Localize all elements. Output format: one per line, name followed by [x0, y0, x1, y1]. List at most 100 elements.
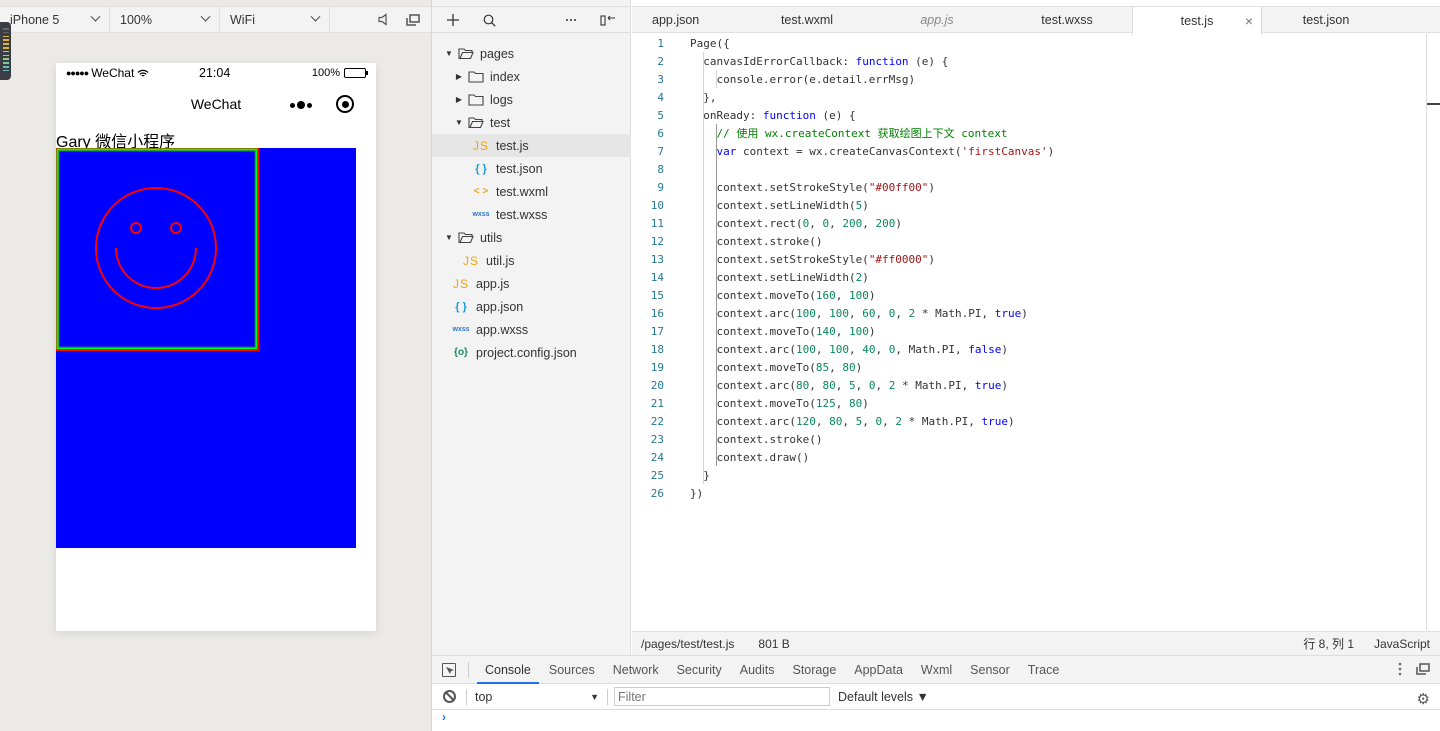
mute-icon[interactable]: [375, 12, 391, 28]
zoom-select[interactable]: 100%: [110, 7, 220, 32]
tab-app-js[interactable]: app.js: [872, 7, 1002, 32]
device-select[interactable]: iPhone 5: [0, 7, 110, 32]
caret-right-icon[interactable]: ▶: [454, 72, 464, 81]
code-line[interactable]: 23 context.stroke(): [632, 430, 1426, 448]
caret-down-icon[interactable]: ▼: [444, 233, 454, 242]
devtools-tab-wxml[interactable]: Wxml: [921, 656, 952, 684]
tree-item-label: test: [490, 115, 511, 130]
js-file-icon: JS: [472, 138, 489, 153]
code-area[interactable]: 1 Page({2 canvasIdErrorCallback: function…: [632, 34, 1426, 630]
tree-item-test-wxml[interactable]: < > test.wxml: [432, 180, 631, 203]
tree-item-index[interactable]: ▶ index: [432, 65, 631, 88]
code-line[interactable]: 2 canvasIdErrorCallback: function (e) {: [632, 52, 1426, 70]
undock-icon[interactable]: [1416, 663, 1430, 678]
clear-console-icon[interactable]: [443, 690, 456, 703]
add-icon[interactable]: [445, 12, 461, 28]
line-number: 17: [650, 324, 664, 338]
code-line[interactable]: 20 context.arc(80, 80, 5, 0, 2 * Math.PI…: [632, 376, 1426, 394]
code-line[interactable]: 4 },: [632, 88, 1426, 106]
devtools-tab-trace[interactable]: Trace: [1028, 656, 1060, 684]
code-line[interactable]: 25 }: [632, 466, 1426, 484]
code-line[interactable]: 19 context.moveTo(85, 80): [632, 358, 1426, 376]
devtools-tab-security[interactable]: Security: [677, 656, 722, 684]
search-icon[interactable]: [481, 12, 497, 28]
code-line[interactable]: 11 context.rect(0, 0, 200, 200): [632, 214, 1426, 232]
console-filter-bar: top ▼ Default levels ▼ ⚙: [432, 684, 1440, 710]
cursor-position[interactable]: 行 8, 列 1: [1303, 635, 1354, 652]
close-tab-icon[interactable]: ×: [1245, 13, 1253, 29]
devtools-more-icon[interactable]: [1398, 662, 1402, 679]
folder-icon: [468, 93, 490, 106]
tree-item-logs[interactable]: ▶ logs: [432, 88, 631, 111]
context-select[interactable]: top ▼: [467, 690, 607, 704]
code-line[interactable]: 17 context.moveTo(140, 100): [632, 322, 1426, 340]
code-line[interactable]: 10 context.setLineWidth(5): [632, 196, 1426, 214]
code-line[interactable]: 9 context.setStrokeStyle("#00ff00"): [632, 178, 1426, 196]
devtools-tab-console[interactable]: Console: [477, 656, 539, 684]
code-line[interactable]: 22 context.arc(120, 80, 5, 0, 2 * Math.P…: [632, 412, 1426, 430]
devtools-tab-network[interactable]: Network: [613, 656, 659, 684]
line-number: 1: [657, 36, 664, 50]
tree-item-test[interactable]: ▼ test: [432, 111, 631, 134]
devtools-tab-storage[interactable]: Storage: [792, 656, 836, 684]
code-line[interactable]: 13 context.setStrokeStyle("#ff0000"): [632, 250, 1426, 268]
code-line[interactable]: 14 context.setLineWidth(2): [632, 268, 1426, 286]
code-line[interactable]: 18 context.arc(100, 100, 40, 0, Math.PI,…: [632, 340, 1426, 358]
code-text: console.error(e.detail.errMsg): [690, 72, 916, 86]
tree-item-utils[interactable]: ▼ utils: [432, 226, 631, 249]
tree-item-app-json[interactable]: { } app.json: [432, 295, 631, 318]
more-menu-icon[interactable]: [288, 97, 314, 113]
network-select[interactable]: WiFi: [220, 7, 330, 32]
vertical-scrollbar[interactable]: [1426, 34, 1427, 630]
code-line[interactable]: 12 context.stroke(): [632, 232, 1426, 250]
log-levels-select[interactable]: Default levels ▼: [838, 690, 929, 704]
code-line[interactable]: 7 var context = wx.createCanvasContext('…: [632, 142, 1426, 160]
tree-item-pages[interactable]: ▼ pages: [432, 42, 631, 65]
audio-level-handle[interactable]: [0, 22, 11, 80]
tree-item-test-json[interactable]: { } test.json: [432, 157, 631, 180]
close-miniprogram-icon[interactable]: [336, 95, 354, 113]
code-line[interactable]: 21 context.moveTo(125, 80): [632, 394, 1426, 412]
caret-down-icon[interactable]: ▼: [454, 118, 464, 127]
code-line[interactable]: 5 onReady: function (e) {: [632, 106, 1426, 124]
code-line[interactable]: 1 Page({: [632, 34, 1426, 52]
tab-app-json[interactable]: app.json: [632, 7, 742, 32]
code-line[interactable]: 16 context.arc(100, 100, 60, 0, 2 * Math…: [632, 304, 1426, 322]
console-filter-input[interactable]: [614, 687, 830, 706]
devtools-tab-audits[interactable]: Audits: [740, 656, 775, 684]
tab-test-wxml[interactable]: test.wxml: [742, 7, 872, 32]
folder-open-icon: [458, 47, 480, 60]
collapse-panel-icon[interactable]: [600, 12, 616, 28]
inspect-element-icon[interactable]: [442, 662, 456, 677]
caret-right-icon[interactable]: ▶: [454, 95, 464, 104]
tree-item-app-wxss[interactable]: wxss app.wxss: [432, 318, 631, 341]
tab-test-json[interactable]: test.json: [1262, 7, 1390, 32]
language-mode[interactable]: JavaScript: [1374, 637, 1430, 651]
code-line[interactable]: 24 context.draw(): [632, 448, 1426, 466]
phone-status-bar: ●●●●● WeChat 21:04 100%: [56, 63, 376, 83]
more-icon[interactable]: [563, 12, 579, 28]
detach-window-icon[interactable]: [405, 12, 421, 28]
folder-open-icon: [458, 231, 480, 244]
tab-test-wxss[interactable]: test.wxss: [1002, 7, 1132, 32]
caret-down-icon[interactable]: ▼: [444, 49, 454, 58]
devtools-tab-sources[interactable]: Sources: [549, 656, 595, 684]
code-line[interactable]: 15 context.moveTo(160, 100): [632, 286, 1426, 304]
line-number: 8: [657, 162, 664, 176]
tab-test-js[interactable]: test.js ×: [1132, 7, 1262, 35]
tree-item-project-config-json[interactable]: {o} project.config.json: [432, 341, 631, 364]
console-prompt[interactable]: ›: [432, 710, 1440, 730]
devtools-tab-appdata[interactable]: AppData: [854, 656, 903, 684]
js-file-icon: JS: [452, 276, 469, 291]
gear-icon[interactable]: ⚙: [1417, 690, 1430, 708]
tree-item-app-js[interactable]: JS app.js: [432, 272, 631, 295]
code-line[interactable]: 8: [632, 160, 1426, 178]
code-line[interactable]: 26}): [632, 484, 1426, 502]
tree-item-test-wxss[interactable]: wxss test.wxss: [432, 203, 631, 226]
line-number: 24: [650, 450, 664, 464]
tree-item-test-js[interactable]: JS test.js: [432, 134, 631, 157]
tree-item-util-js[interactable]: JS util.js: [432, 249, 631, 272]
devtools-tab-sensor[interactable]: Sensor: [970, 656, 1010, 684]
code-line[interactable]: 3 console.error(e.detail.errMsg): [632, 70, 1426, 88]
code-line[interactable]: 6 // 使用 wx.createContext 获取绘图上下文 context: [632, 124, 1426, 142]
